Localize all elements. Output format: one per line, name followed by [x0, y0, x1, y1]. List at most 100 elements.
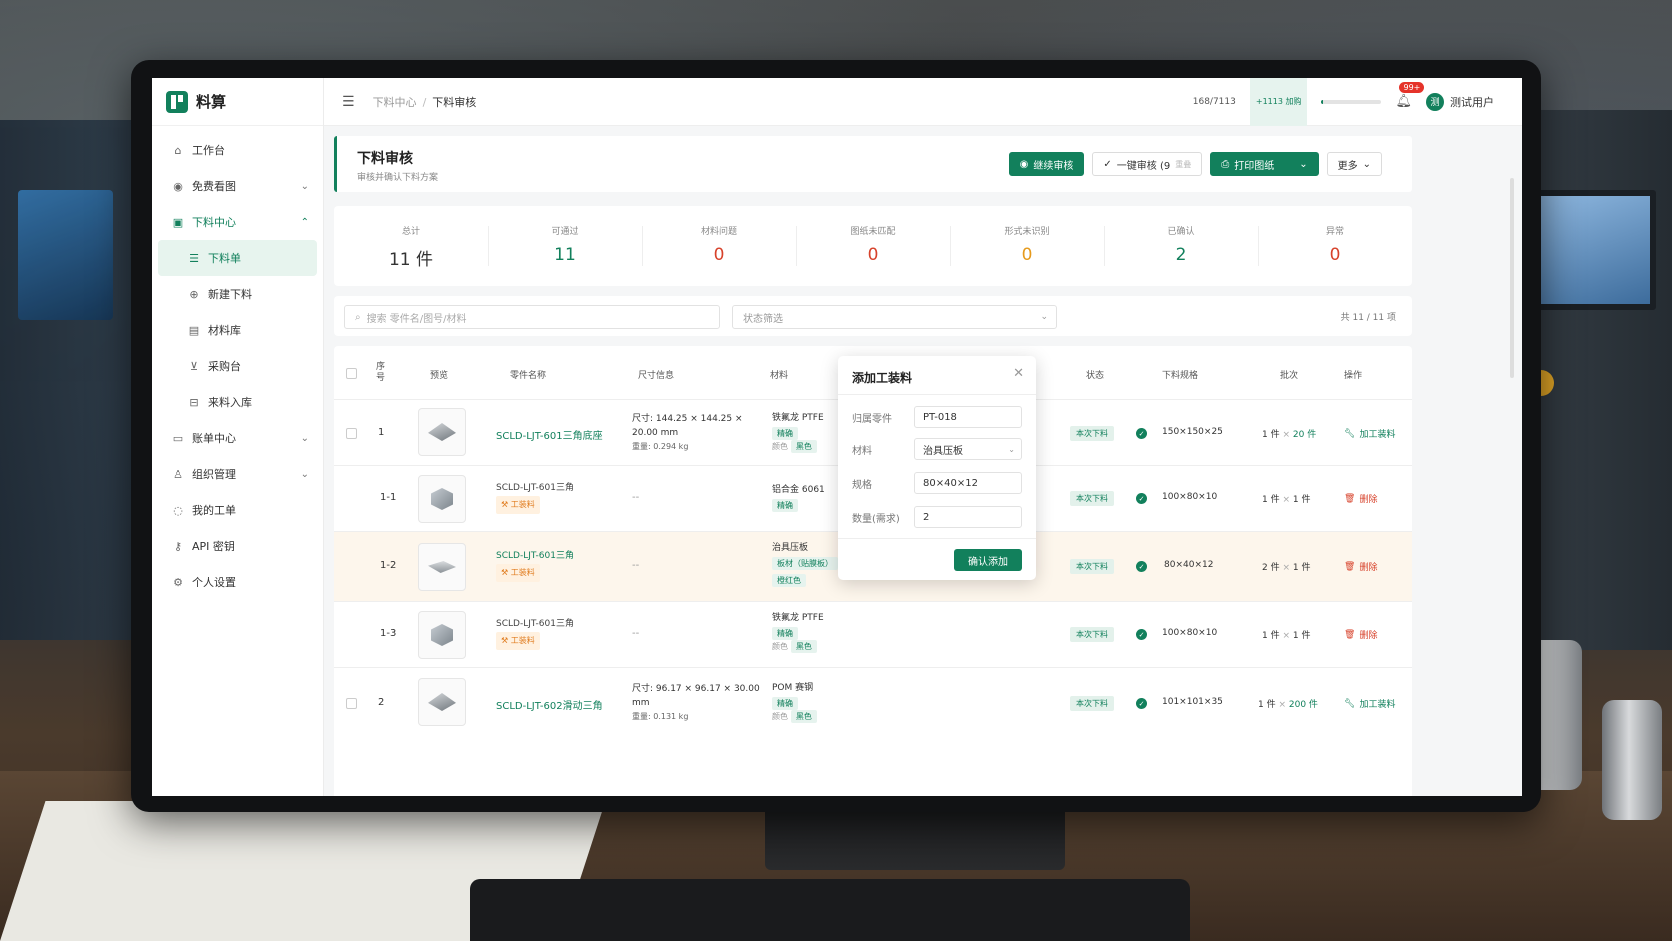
- table-row[interactable]: 1-3 SCLD-LJT-601三角 ⚒ 工装料 -- 铁氟龙 PTFE 精确 颜色 …: [334, 602, 1412, 668]
- quantity-input[interactable]: 2: [914, 506, 1022, 528]
- add-tooling-button[interactable]: 🔧︎ 加工装料: [1344, 697, 1395, 711]
- sidebar-item-personal-settings[interactable]: ⚙ 个人设置: [152, 564, 323, 600]
- menu-toggle-icon[interactable]: ☰: [342, 94, 355, 110]
- spec-input[interactable]: 80×40×12: [914, 472, 1022, 494]
- sidebar-item-inbound[interactable]: ⊟ 来料入库: [152, 384, 323, 420]
- field-label-spec: 规格: [852, 480, 872, 491]
- size-info: 尺寸: 144.25 × 144.25 × 20.00 mm 重量: 0.294 k…: [632, 412, 743, 454]
- page-subtitle: 审核并确认下料方案: [357, 173, 439, 183]
- parent-part-input[interactable]: PT-018: [914, 406, 1022, 428]
- keyboard: [470, 879, 1190, 941]
- header-actions: ◉ 继续审核 ✓ 一键审核 (9 重叠 ⎙ 打印图纸 ⌄ 更多 ⌄: [1008, 152, 1382, 176]
- row-checkbox[interactable]: [346, 428, 357, 439]
- status-filter-select[interactable]: 状态筛选 ⌄: [732, 305, 1057, 329]
- batch-total: 20 件: [1292, 430, 1317, 440]
- sidebar-nav: ⌂ 工作台 ◉ 免费看图 ⌄ ▣ 下料中心 ⌃ ☰ 下料单 ⊕ 新建下料 ▤ 材料库 ⊻ 采购台 …: [152, 126, 323, 600]
- batch-qty: 1 件 × 1 件: [1262, 628, 1310, 641]
- more-button[interactable]: 更多 ⌄: [1326, 152, 1382, 176]
- sidebar-item-my-tickets[interactable]: ◌ 我的工单: [152, 492, 323, 528]
- button-label: 更多: [1337, 160, 1358, 172]
- sidebar-item-material-library[interactable]: ▤ 材料库: [152, 312, 323, 348]
- batch-count: 1 件: [1258, 700, 1276, 710]
- stat-value: 2: [1175, 245, 1187, 265]
- continue-review-button[interactable]: ◉ 继续审核: [1008, 152, 1085, 176]
- confirm-add-button[interactable]: 确认添加: [954, 549, 1022, 571]
- batch-count: 1 件: [1262, 495, 1280, 505]
- quota-progress: [1321, 99, 1382, 104]
- page-scrollbar[interactable]: [1510, 178, 1514, 378]
- size-info: --: [632, 492, 640, 503]
- batch-review-button[interactable]: ✓ 一键审核 (9 重叠: [1092, 152, 1203, 176]
- app-logo[interactable]: 料算: [152, 78, 323, 126]
- avatar: 测: [1426, 92, 1444, 111]
- cut-spec: 100×80×10: [1162, 492, 1218, 502]
- sidebar-item-free-view[interactable]: ◉ 免费看图 ⌄: [152, 168, 323, 204]
- delete-button[interactable]: 🗑︎ 删除: [1344, 560, 1377, 574]
- row-checkbox[interactable]: [346, 698, 357, 709]
- button-hint: 重叠: [1175, 159, 1192, 169]
- search-input[interactable]: ⌕ 搜索 零件名/图号/材料: [344, 305, 720, 329]
- sidebar-item-purchasing[interactable]: ⊻ 采购台: [152, 348, 323, 384]
- table-row[interactable]: 2 SCLD-LJT-602滑动三角 尺寸: 96.17 × 96.17 × 3…: [334, 668, 1412, 738]
- sidebar-item-new-cutting[interactable]: ⊕ 新建下料: [152, 276, 323, 312]
- color-tag: 橙红色: [772, 574, 806, 587]
- close-icon[interactable]: ✕: [1013, 366, 1024, 381]
- add-tooling-dialog: 添加工装料 ✕ 归属零件 PT-018 材料 治具压板 ⌄ 规格 80×40×12…: [838, 356, 1036, 580]
- sidebar-item-billing[interactable]: ▭ 账单中心 ⌄: [152, 420, 323, 456]
- select-all-checkbox[interactable]: [346, 368, 357, 379]
- part-thumbnail[interactable]: [418, 611, 466, 659]
- stat-label: 已确认: [1167, 227, 1195, 237]
- weight: 重量: 0.294 kg: [632, 442, 689, 451]
- breadcrumb-parent[interactable]: 下料中心: [373, 96, 417, 109]
- status-badge: 本次下料: [1070, 491, 1114, 506]
- button-label: 一键审核 (9: [1116, 160, 1171, 172]
- check-circle-icon: ✓: [1136, 698, 1147, 709]
- sidebar-item-organization[interactable]: ♙ 组织管理 ⌄: [152, 456, 323, 492]
- logo-icon: [166, 90, 188, 113]
- chevron-up-icon: ⌃: [300, 216, 309, 228]
- sidebar-item-label: 采购台: [208, 360, 241, 373]
- delete-button[interactable]: 🗑︎ 删除: [1344, 492, 1378, 506]
- part-thumbnail[interactable]: [418, 475, 466, 523]
- size-dims: 尺寸: 96.17 × 96.17 × 30.00: [632, 684, 760, 694]
- sidebar-item-workbench[interactable]: ⌂ 工作台: [152, 132, 323, 168]
- material-name: 铁氟龙 PTFE: [772, 613, 824, 623]
- header-spec: 下料规格: [1162, 371, 1199, 381]
- material-name: POM 赛钢: [772, 683, 814, 693]
- sidebar-item-api-keys[interactable]: ⚷ API 密钥: [152, 528, 323, 564]
- stat-total: 总计 11 件: [334, 206, 488, 286]
- delete-button[interactable]: 🗑︎ 删除: [1344, 628, 1377, 642]
- home-icon: ⌂: [174, 143, 182, 157]
- part-name-link[interactable]: SCLD-LJT-601三角底座: [496, 427, 603, 442]
- check-circle-icon: ✓: [1136, 493, 1147, 504]
- op-label: 删除: [1359, 495, 1378, 505]
- part-thumbnail[interactable]: [418, 408, 466, 456]
- color-tag: 黑色: [790, 710, 817, 723]
- sidebar-item-cutting-list[interactable]: ☰ 下料单: [158, 240, 317, 276]
- notification-button[interactable]: 🔔︎ 99+: [1395, 82, 1425, 109]
- part-thumbnail[interactable]: [418, 678, 466, 726]
- part-name-link[interactable]: SCLD-LJT-602滑动三角: [496, 697, 603, 712]
- op-label: 加工装料: [1359, 430, 1396, 440]
- header-status: 状态: [1086, 371, 1105, 381]
- sidebar-item-cutting-center[interactable]: ▣ 下料中心 ⌃: [152, 204, 323, 240]
- wrench-icon: 🔧︎: [1344, 698, 1356, 709]
- stat-value: 0: [713, 245, 725, 265]
- part-name[interactable]: SCLD-LJT-601三角 ⚒ 工装料: [496, 548, 574, 582]
- color-tag: 黑色: [790, 640, 817, 653]
- user-menu[interactable]: 测测试用户: [1426, 92, 1494, 111]
- part-thumbnail[interactable]: [418, 543, 466, 591]
- trash-icon: 🗑︎: [1344, 493, 1356, 504]
- add-tooling-button[interactable]: 🔧︎ 加工装料: [1344, 427, 1396, 441]
- quota-buy-badge[interactable]: +1113 加购: [1249, 78, 1308, 126]
- button-label: 继续审核: [1033, 160, 1074, 172]
- background-machine-left: [0, 120, 150, 640]
- chevron-down-icon: ⌄: [1008, 444, 1015, 454]
- breadcrumb: 下料中心 / 下料审核: [373, 94, 477, 110]
- part-name-text: SCLD-LJT-601三角: [496, 619, 574, 629]
- batch-qty: 1 件 × 200 件: [1258, 697, 1318, 710]
- multiply-sign: ×: [1282, 563, 1291, 573]
- material-select[interactable]: 治具压板 ⌄: [914, 438, 1022, 460]
- print-drawing-button[interactable]: ⎙ 打印图纸 ⌄: [1210, 152, 1319, 176]
- batch-total: 1 件: [1292, 631, 1311, 641]
